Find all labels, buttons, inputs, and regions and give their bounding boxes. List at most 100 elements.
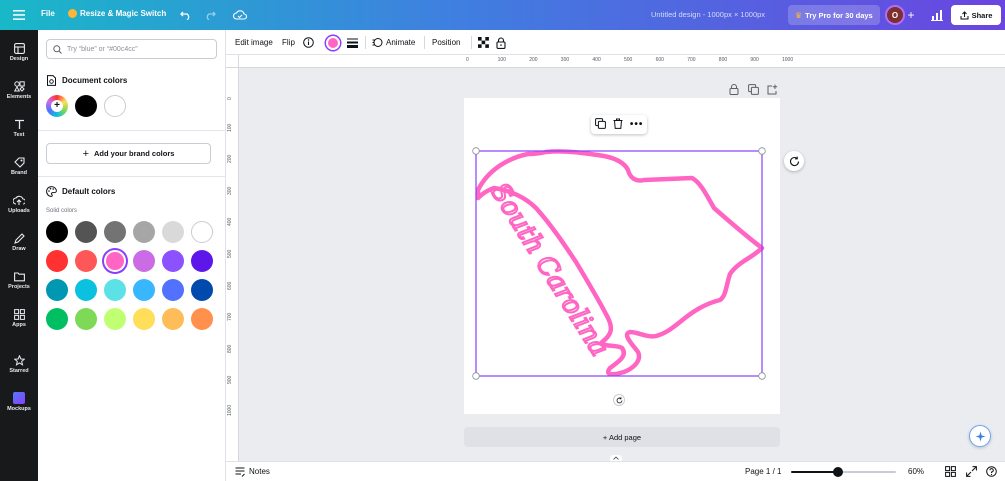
default-color-swatch[interactable] <box>133 221 155 243</box>
comment-refresh-button[interactable] <box>784 151 804 171</box>
animate-button[interactable]: Animate <box>372 30 415 55</box>
document-color-swatch[interactable] <box>104 95 126 117</box>
notes-button[interactable]: Notes <box>235 462 270 481</box>
undo-icon[interactable] <box>176 5 196 25</box>
resize-magic-switch-button[interactable]: Resize & Magic Switch <box>68 9 166 18</box>
ruler-tick-label: 100 <box>497 57 506 63</box>
elements-icon <box>13 80 25 92</box>
document-icon <box>47 75 56 86</box>
default-color-swatch[interactable] <box>46 279 68 301</box>
help-icon[interactable] <box>986 466 997 479</box>
default-color-swatch[interactable] <box>133 250 155 272</box>
default-color-swatch[interactable] <box>75 279 97 301</box>
default-color-swatch[interactable] <box>162 279 184 301</box>
sidebar-item-mockups[interactable]: Mockups <box>0 385 38 419</box>
ruler-tick-label: 0 <box>227 97 233 100</box>
sidebar-item-starred[interactable]: Starred <box>0 347 38 381</box>
notes-icon <box>235 467 245 477</box>
apps-icon <box>13 308 25 320</box>
default-color-swatch[interactable] <box>75 221 97 243</box>
sidebar-item-design[interactable]: Design <box>0 35 38 69</box>
uploads-icon <box>13 195 25 205</box>
cloud-saved-icon[interactable] <box>230 5 250 25</box>
position-button[interactable]: Position <box>432 30 460 55</box>
text-icon <box>14 119 24 129</box>
sidebar-item-label: Design <box>9 55 29 62</box>
default-color-swatch[interactable] <box>133 308 155 330</box>
document-title[interactable]: Untitled design - 1000px × 1000px <box>651 10 765 19</box>
default-color-swatch[interactable] <box>191 221 213 243</box>
ruler-tick-label: 400 <box>592 57 601 63</box>
transparency-icon[interactable] <box>478 30 489 55</box>
sidebar-item-label: Brand <box>11 169 27 176</box>
zoom-slider-knob[interactable] <box>833 467 844 477</box>
page-indicator[interactable]: Page 1 / 1 <box>745 462 781 481</box>
default-color-swatch[interactable] <box>162 308 184 330</box>
design-page[interactable]: South Carolina <box>464 98 780 414</box>
zoom-slider[interactable] <box>791 467 896 477</box>
plus-icon: + <box>51 100 63 112</box>
design-text[interactable]: South Carolina <box>483 177 615 363</box>
rotate-handle[interactable] <box>613 394 625 406</box>
crown-icon <box>68 9 77 18</box>
chevron-up-icon <box>613 456 619 460</box>
grid-view-icon[interactable] <box>945 466 956 479</box>
default-color-swatch[interactable] <box>133 279 155 301</box>
sidebar-item-elements[interactable]: Elements <box>0 73 38 107</box>
duplicate-icon[interactable] <box>594 116 606 134</box>
ruler-tick-label: 1000 <box>227 404 233 416</box>
try-pro-button[interactable]: ♛ Try Pro for 30 days <box>788 5 880 25</box>
default-color-swatch[interactable] <box>191 279 213 301</box>
default-color-swatch[interactable] <box>162 221 184 243</box>
share-button[interactable]: Share <box>951 5 1001 25</box>
sidebar-item-draw[interactable]: Draw <box>0 225 38 259</box>
add-page-button[interactable]: + Add page <box>464 427 780 447</box>
document-color-swatch[interactable] <box>75 95 97 117</box>
redo-icon[interactable] <box>200 5 220 25</box>
default-color-swatch[interactable] <box>104 308 126 330</box>
ruler-tick-label: 800 <box>718 57 728 63</box>
analytics-icon[interactable] <box>927 5 947 25</box>
line-weight-icon[interactable] <box>347 30 358 55</box>
default-color-swatch[interactable] <box>75 308 97 330</box>
default-color-swatch[interactable] <box>191 308 213 330</box>
default-color-swatch[interactable] <box>162 250 184 272</box>
edit-image-button[interactable]: Edit image <box>235 30 273 55</box>
color-search-input[interactable]: Try “blue” or “#00c4cc” <box>46 39 217 59</box>
trash-icon[interactable] <box>613 116 623 134</box>
default-color-swatch[interactable] <box>104 250 126 272</box>
lock-icon[interactable] <box>496 30 506 55</box>
color-picker-button[interactable] <box>326 30 340 55</box>
default-color-swatch[interactable] <box>191 250 213 272</box>
default-color-swatch[interactable] <box>46 250 68 272</box>
sidebar-item-projects[interactable]: Projects <box>0 263 38 297</box>
magic-assistant-button[interactable] <box>969 425 991 447</box>
add-brand-colors-button[interactable]: + Add your brand colors <box>46 143 211 164</box>
current-color-swatch <box>326 35 340 50</box>
ruler-tick-label: 600 <box>655 57 664 63</box>
default-color-swatch[interactable] <box>75 250 97 272</box>
default-color-swatch[interactable] <box>46 221 68 243</box>
south-carolina-outline[interactable]: South Carolina <box>464 98 780 414</box>
flip-button[interactable]: Flip <box>282 30 295 55</box>
default-color-swatch[interactable] <box>46 308 68 330</box>
more-options-icon[interactable]: ••• <box>630 119 644 130</box>
palette-icon <box>46 186 57 197</box>
default-color-swatch[interactable] <box>104 279 126 301</box>
sidebar-item-brand[interactable]: Brand <box>0 149 38 183</box>
ruler-tick-label: 700 <box>687 57 696 63</box>
fullscreen-icon[interactable] <box>966 466 977 479</box>
info-icon[interactable] <box>303 30 314 55</box>
menu-icon[interactable] <box>9 5 29 25</box>
sidebar-item-apps[interactable]: Apps <box>0 301 38 335</box>
sidebar-item-uploads[interactable]: Uploads <box>0 187 38 221</box>
default-color-swatch[interactable] <box>104 221 126 243</box>
sidebar-item-text[interactable]: Text <box>0 111 38 145</box>
search-icon <box>53 44 62 54</box>
zoom-level[interactable]: 60% <box>908 462 924 481</box>
document-colors-heading: Document colors <box>46 75 127 86</box>
add-color-button[interactable]: + <box>46 95 68 117</box>
file-menu[interactable]: File <box>41 9 55 18</box>
share-label: Share <box>971 10 993 20</box>
plus-icon[interactable]: + <box>901 5 921 25</box>
